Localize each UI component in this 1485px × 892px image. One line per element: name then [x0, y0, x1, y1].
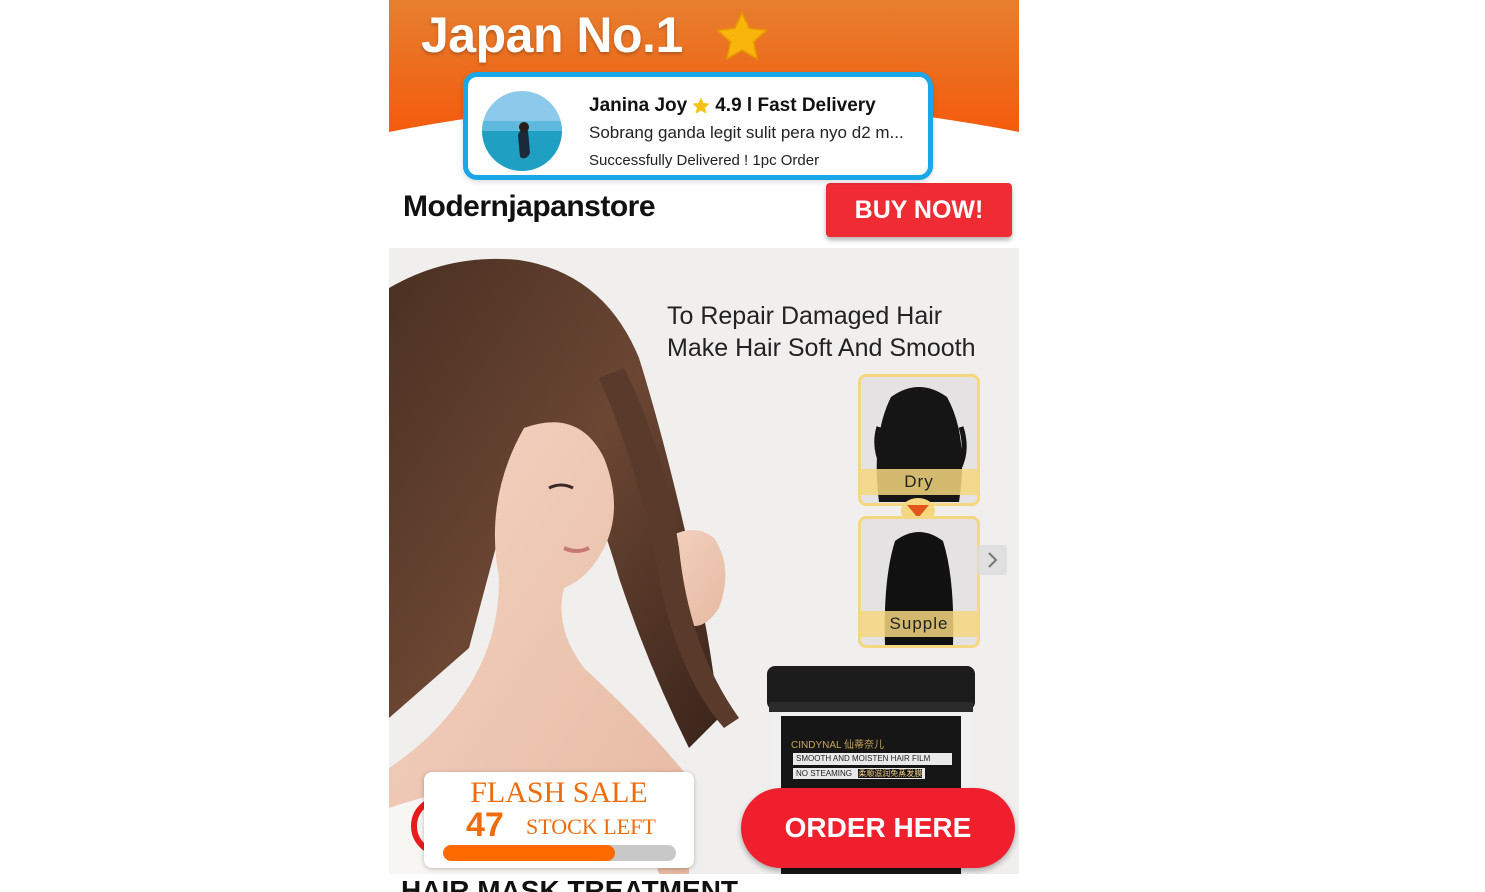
swatch-supple: Supple [858, 516, 980, 648]
store-name: Modernjapanstore [403, 190, 656, 223]
flash-sale-title: FLASH SALE [470, 776, 648, 809]
headline-line-1: To Repair Damaged Hair [667, 302, 943, 330]
star-icon [716, 11, 768, 60]
headline-line-2: Make Hair Soft And Smooth [667, 334, 976, 362]
stock-count: 47 [466, 806, 504, 844]
jar-brand-text: CINDYNAL 仙蒂奈儿 [791, 740, 884, 751]
avatar [482, 91, 562, 171]
stock-left-label: STOCK LEFT [526, 814, 656, 839]
reviewer-name: Janina Joy [589, 95, 688, 116]
swatch-dry: Dry [858, 374, 980, 506]
jar-label-line-1: SMOOTH AND MOISTEN HAIR FILM [793, 753, 952, 765]
banner-title: Japan No.1 [421, 7, 683, 63]
reviewer-name-line: Janina Joy 4.9 l Fast Delivery [589, 95, 876, 117]
delivery-status: Successfully Delivered ! 1pc Order [589, 152, 820, 169]
stock-progress-fill [443, 845, 616, 861]
swatch-supple-label: Supple [861, 611, 977, 637]
stock-progress-bar [443, 845, 676, 861]
swatch-dry-label: Dry [861, 469, 977, 495]
carousel-next-button[interactable] [977, 545, 1007, 575]
product-image-carousel[interactable]: To Repair Damaged Hair Make Hair Soft An… [389, 248, 1019, 874]
product-headline: To Repair Damaged Hair Make Hair Soft An… [667, 300, 975, 364]
flash-sale-box: FLASH SALE 47 STOCK LEFT [424, 772, 694, 868]
jar-label-chinese: 柔顺滋润免蒸发膜 [858, 769, 923, 778]
chevron-right-icon [988, 552, 998, 568]
order-here-button[interactable]: ORDER HERE [741, 788, 1015, 868]
purchase-notification[interactable]: Janina Joy 4.9 l Fast Delivery Sobrang g… [463, 72, 933, 180]
star-icon [692, 97, 710, 114]
jar-label-line-2: NO STEAMING 柔顺滋润免蒸发膜 [793, 768, 926, 779]
buy-now-button[interactable]: BUY NOW! [826, 183, 1012, 237]
avatar-image [482, 91, 562, 171]
product-title: HAIR MASK TREATMENT [401, 875, 739, 892]
reviewer-rating: 4.9 l Fast Delivery [715, 95, 876, 116]
review-message: Sobrang ganda legit sulit pera nyo d2 m.… [589, 123, 904, 142]
jar-label-no-steaming: NO STEAMING [796, 769, 853, 778]
landing-page: Japan No.1 Modernjapanstore BUY NOW! To … [389, 0, 1019, 892]
